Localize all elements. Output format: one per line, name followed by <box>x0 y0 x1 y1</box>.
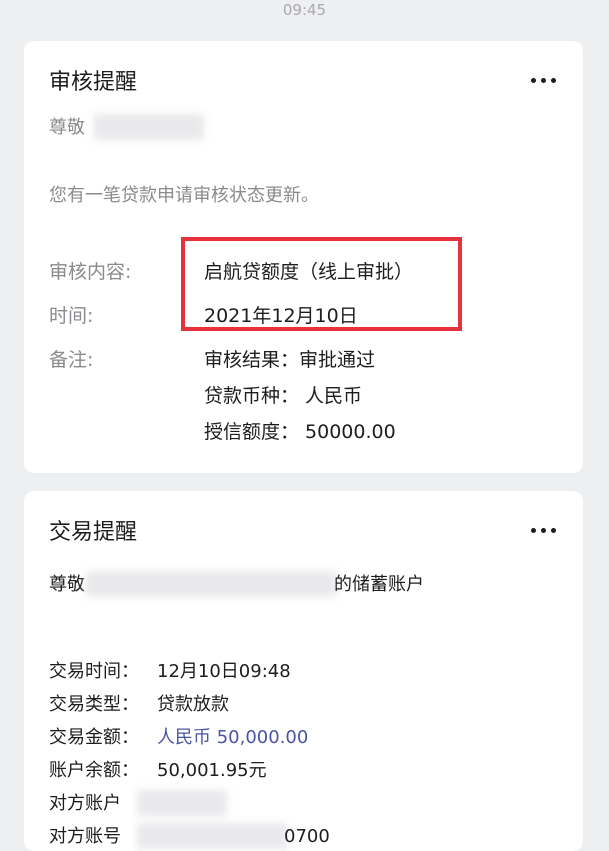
status-bar-time: 09:45 <box>282 1 327 19</box>
greeting-start: 尊敬 <box>49 574 85 595</box>
redacted-account-number <box>137 823 287 849</box>
more-dots-icon[interactable] <box>529 75 559 85</box>
row-label: 对方账户 <box>49 793 121 814</box>
message-text: 您有一笔贷款申请审核状态更新。 <box>49 185 319 206</box>
remark-label: 备注: <box>49 349 94 371</box>
row-label: 交易类型： <box>49 694 139 715</box>
red-highlight-box <box>181 237 462 331</box>
audit-reminder-card[interactable]: 审核提醒 尊敬 您有一笔贷款申请审核状态更新。 审核内容: 启航贷额度（线上审批… <box>24 41 583 473</box>
more-dots-icon[interactable] <box>529 525 559 535</box>
row-label: 账户余额： <box>49 760 139 781</box>
time-label: 时间: <box>49 305 94 327</box>
amount-value: 人民币 50,000.00 <box>157 727 309 748</box>
content-label: 审核内容: <box>49 261 132 283</box>
remark-currency: 贷款币种： 人民币 <box>204 385 363 407</box>
greeting-end: 的储蓄账户 <box>334 574 424 595</box>
redacted-name <box>94 114 204 140</box>
card-title: 交易提醒 <box>49 520 138 545</box>
row-label: 交易时间： <box>49 661 139 682</box>
row-value: 50,001.95元 <box>157 760 267 781</box>
row-value: 0700 <box>284 826 330 847</box>
row-label: 交易金额： <box>49 727 139 748</box>
remark-credit: 授信额度： 50000.00 <box>204 421 396 443</box>
greeting-text: 尊敬 <box>49 117 85 138</box>
redacted-counterparty <box>137 790 227 816</box>
remark-result: 审核结果：审批通过 <box>204 349 376 371</box>
row-value: 12月10日09:48 <box>157 661 291 682</box>
card-title: 审核提醒 <box>49 70 138 95</box>
transaction-reminder-card[interactable]: 交易提醒 尊敬 的储蓄账户 交易时间： 12月10日09:48 交易类型： 贷款… <box>24 491 583 851</box>
row-value: 贷款放款 <box>157 694 229 715</box>
redacted-account-name <box>86 571 336 597</box>
row-label: 对方账号 <box>49 826 121 847</box>
